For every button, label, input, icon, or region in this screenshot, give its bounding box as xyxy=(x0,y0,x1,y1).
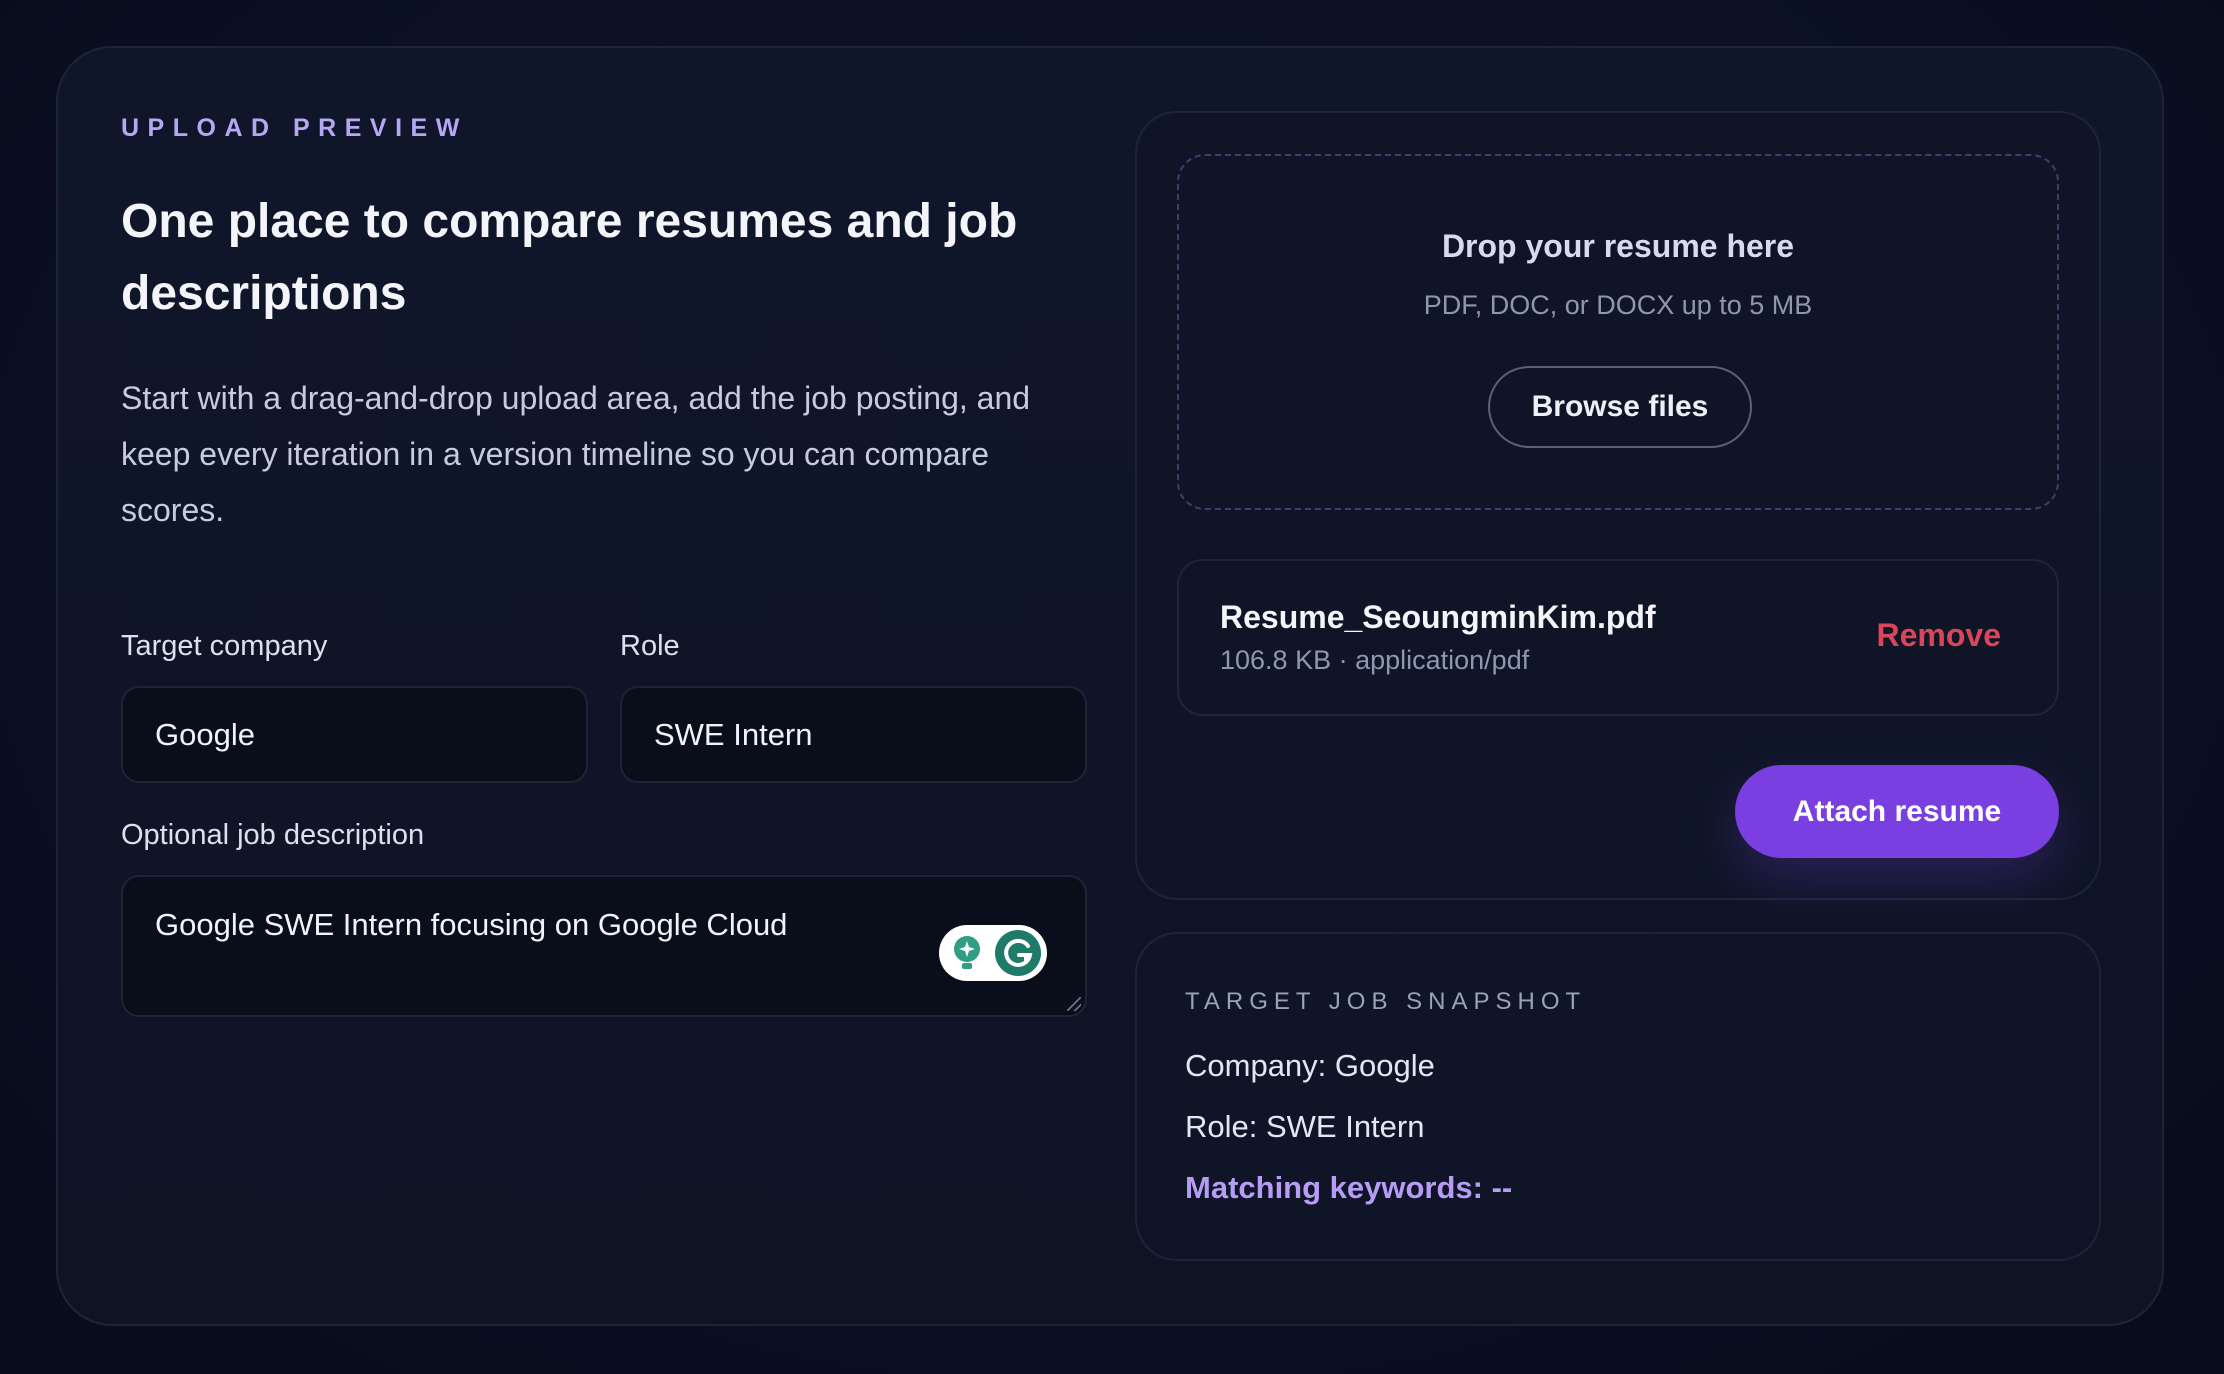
remove-file-button[interactable]: Remove xyxy=(1877,617,2002,654)
job-description-value: Google SWE Intern focusing on Google Clo… xyxy=(155,907,788,942)
uploaded-file-item: Resume_SeoungminKim.pdf 106.8 KB · appli… xyxy=(1177,559,2059,716)
role-input[interactable]: SWE Intern xyxy=(620,686,1087,783)
company-input[interactable]: Google xyxy=(121,686,588,783)
snapshot-title: TARGET JOB SNAPSHOT xyxy=(1185,988,1587,1015)
job-description-label: Optional job description xyxy=(121,819,425,851)
target-job-snapshot-panel xyxy=(1135,932,2101,1261)
browse-files-button[interactable]: Browse files xyxy=(1488,366,1752,448)
snapshot-role: Role: SWE Intern xyxy=(1185,1109,1425,1144)
page-title: One place to compare resumes and job des… xyxy=(121,195,1018,320)
role-input-value: SWE Intern xyxy=(654,716,813,752)
resume-dropzone[interactable]: Drop your resume here PDF, DOC, or DOCX … xyxy=(1177,154,2059,510)
dropzone-title: Drop your resume here xyxy=(1441,228,1795,264)
company-label: Target company xyxy=(121,630,328,662)
eyebrow-label: UPLOAD PREVIEW xyxy=(121,114,468,142)
company-input-value: Google xyxy=(155,716,255,752)
grammarly-suggestion-icon[interactable] xyxy=(945,931,989,975)
dropzone-hint: PDF, DOC, or DOCX up to 5 MB xyxy=(1423,290,1813,320)
file-meta: 106.8 KB · application/pdf xyxy=(1220,645,1530,675)
intro-description: Start with a drag-and-drop upload area, … xyxy=(121,380,1031,528)
attach-resume-button[interactable]: Attach resume xyxy=(1735,765,2059,858)
resize-handle[interactable] xyxy=(1067,997,1081,1011)
job-description-textarea[interactable]: Google SWE Intern focusing on Google Clo… xyxy=(121,875,1087,1017)
file-name: Resume_SeoungminKim.pdf xyxy=(1220,599,1656,635)
snapshot-keywords: Matching keywords: -- xyxy=(1185,1170,1513,1205)
snapshot-company: Company: Google xyxy=(1185,1048,1435,1083)
grammarly-logo-icon[interactable] xyxy=(995,930,1041,976)
role-label: Role xyxy=(620,630,680,662)
grammarly-widget[interactable] xyxy=(939,925,1047,981)
